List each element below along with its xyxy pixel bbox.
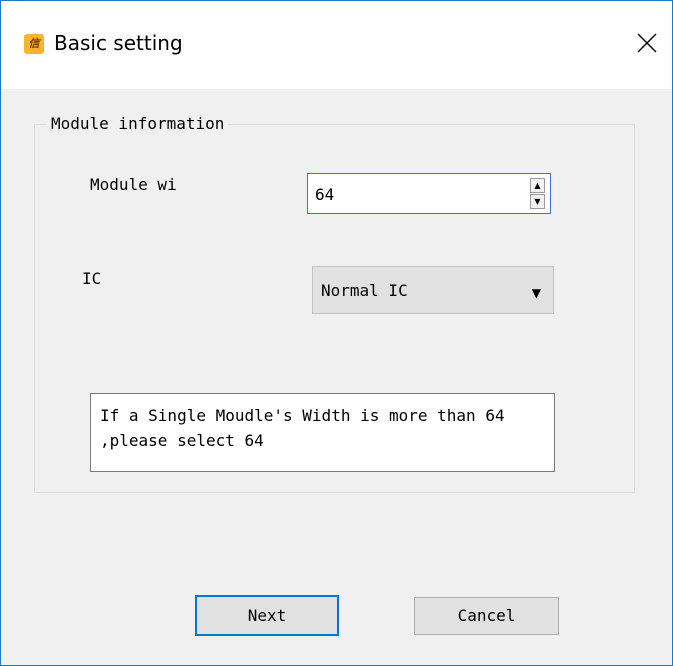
cancel-button[interactable]: Cancel [414, 597, 559, 635]
window-title: Basic setting [54, 31, 183, 55]
module-width-spinbox[interactable]: 64 ▲ ▼ [307, 173, 551, 214]
spin-down-arrow-icon[interactable]: ▼ [530, 194, 545, 209]
basic-setting-dialog: 信 Basic setting Module information Modul… [0, 0, 673, 666]
info-text: If a Single Moudle's Width is more than … [100, 406, 505, 450]
app-logo-icon: 信 [24, 34, 44, 54]
group-label: Module information [47, 114, 229, 133]
next-button[interactable]: Next [195, 595, 339, 636]
close-button[interactable] [629, 25, 665, 61]
spin-arrows: ▲ ▼ [530, 178, 545, 209]
module-width-value[interactable]: 64 [315, 185, 334, 204]
info-textbox: If a Single Moudle's Width is more than … [90, 393, 555, 472]
title-bar: 信 Basic setting [1, 1, 672, 89]
close-icon [637, 33, 657, 53]
dropdown-arrow-icon: ▼ [531, 286, 541, 300]
module-width-label: Module wi [90, 175, 177, 194]
ic-selected-value: Normal IC [321, 281, 408, 300]
ic-label: IC [82, 269, 102, 288]
ic-dropdown[interactable]: Normal IC ▼ [312, 266, 554, 314]
spin-up-arrow-icon[interactable]: ▲ [530, 178, 545, 193]
